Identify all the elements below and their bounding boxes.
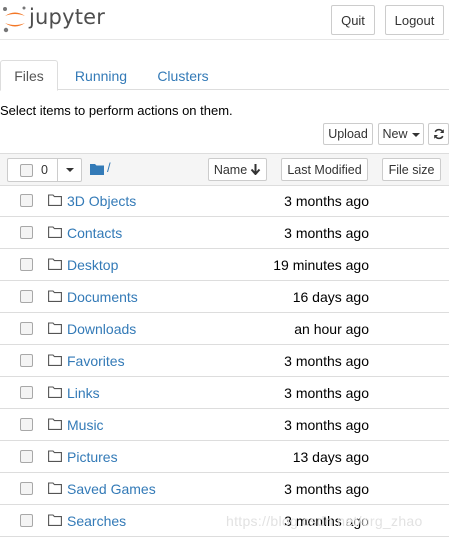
row-checkbox[interactable] (20, 226, 33, 239)
last-modified-value: 3 months ago (284, 481, 369, 497)
row-checkbox[interactable] (20, 386, 33, 399)
tab-files[interactable]: Files (0, 60, 58, 91)
file-name-link[interactable]: Downloads (67, 321, 136, 337)
row-checkbox[interactable] (20, 322, 33, 335)
folder-outline-icon (48, 418, 62, 430)
folder-outline-icon (48, 226, 62, 238)
folder-outline-icon (48, 386, 62, 398)
folder-outline-icon (48, 514, 62, 526)
file-name-link[interactable]: Saved Games (67, 481, 156, 497)
refresh-button[interactable] (428, 123, 449, 145)
new-button-label: New (382, 127, 408, 141)
list-item[interactable]: Favorites 3 months ago (0, 345, 449, 377)
new-button[interactable]: New (378, 123, 424, 145)
file-name-link[interactable]: Desktop (67, 257, 118, 273)
row-checkbox[interactable] (20, 290, 33, 303)
folder-outline-icon (48, 482, 62, 494)
jupyter-logo-icon (3, 6, 26, 33)
file-name-link[interactable]: 3D Objects (67, 193, 136, 209)
file-name-link[interactable]: Favorites (67, 353, 125, 369)
breadcrumb[interactable]: / (107, 160, 111, 175)
list-item[interactable]: Documents 16 days ago (0, 281, 449, 313)
tab-bar: Files Running Clusters (0, 60, 449, 91)
select-all-control[interactable]: 0 (7, 158, 82, 182)
sort-name-label: Name (213, 162, 248, 177)
select-dropdown-caret-icon[interactable] (66, 168, 74, 172)
last-modified-value: 13 days ago (292, 449, 369, 465)
sort-name-button[interactable]: Name (208, 158, 267, 181)
file-name-link[interactable]: Documents (67, 289, 138, 305)
row-checkbox[interactable] (20, 258, 33, 271)
tab-clusters[interactable]: Clusters (148, 60, 218, 91)
caret-down-icon (411, 133, 420, 137)
last-modified-value: 3 months ago (284, 193, 369, 209)
select-all-checkbox[interactable] (20, 164, 33, 177)
selected-count: 0 (41, 163, 48, 177)
file-name-link[interactable]: Links (67, 385, 100, 401)
upload-button[interactable]: Upload (323, 123, 373, 145)
watermark-text: https://blog.csdn.net/org_zhao (226, 513, 423, 529)
folder-outline-icon (48, 290, 62, 302)
last-modified-value: 16 days ago (292, 289, 369, 305)
list-item[interactable]: Contacts 3 months ago (0, 217, 449, 249)
last-modified-value: 3 months ago (284, 225, 369, 241)
list-item[interactable]: 3D Objects 3 months ago (0, 185, 449, 217)
row-checkbox[interactable] (20, 194, 33, 207)
file-name-link[interactable]: Pictures (67, 449, 118, 465)
sort-last-modified-button[interactable]: Last Modified (281, 158, 368, 181)
row-checkbox[interactable] (20, 450, 33, 463)
jupyter-logo[interactable]: jupyter (2, 5, 105, 33)
folder-outline-icon (48, 258, 62, 270)
folder-icon[interactable] (90, 163, 104, 175)
logout-button[interactable]: Logout (385, 5, 444, 35)
quit-button[interactable]: Quit (331, 5, 375, 35)
row-checkbox[interactable] (20, 354, 33, 367)
list-item[interactable]: Saved Games 3 months ago (0, 473, 449, 505)
last-modified-value: an hour ago (294, 321, 369, 337)
last-modified-value: 3 months ago (284, 353, 369, 369)
divider (57, 159, 58, 181)
list-item[interactable]: Downloads an hour ago (0, 313, 449, 345)
list-item[interactable]: Desktop 19 minutes ago (0, 249, 449, 281)
file-name-link[interactable]: Searches (67, 513, 126, 529)
folder-outline-icon (48, 322, 62, 334)
sort-file-size-button[interactable]: File size (382, 158, 441, 181)
list-item[interactable]: Pictures 13 days ago (0, 441, 449, 473)
refresh-icon (433, 128, 444, 140)
file-name-link[interactable]: Contacts (67, 225, 122, 241)
instructions-text: Select items to perform actions on them. (0, 103, 233, 118)
folder-outline-icon (48, 354, 62, 366)
arrow-down-icon (250, 164, 261, 175)
last-modified-value: 3 months ago (284, 385, 369, 401)
file-name-link[interactable]: Music (67, 417, 104, 433)
last-modified-value: 3 months ago (284, 417, 369, 433)
tab-running[interactable]: Running (66, 60, 136, 91)
file-list-header: 0 / Name Last Modified File size (0, 153, 449, 186)
row-checkbox[interactable] (20, 482, 33, 495)
row-checkbox[interactable] (20, 514, 33, 527)
list-item[interactable]: Music 3 months ago (0, 409, 449, 441)
folder-outline-icon (48, 450, 62, 462)
row-checkbox[interactable] (20, 418, 33, 431)
list-item[interactable]: Links 3 months ago (0, 377, 449, 409)
folder-outline-icon (48, 194, 62, 206)
last-modified-value: 19 minutes ago (273, 257, 369, 273)
logo-text: jupyter (29, 5, 106, 29)
header-bar: jupyter Quit Logout (0, 0, 449, 40)
